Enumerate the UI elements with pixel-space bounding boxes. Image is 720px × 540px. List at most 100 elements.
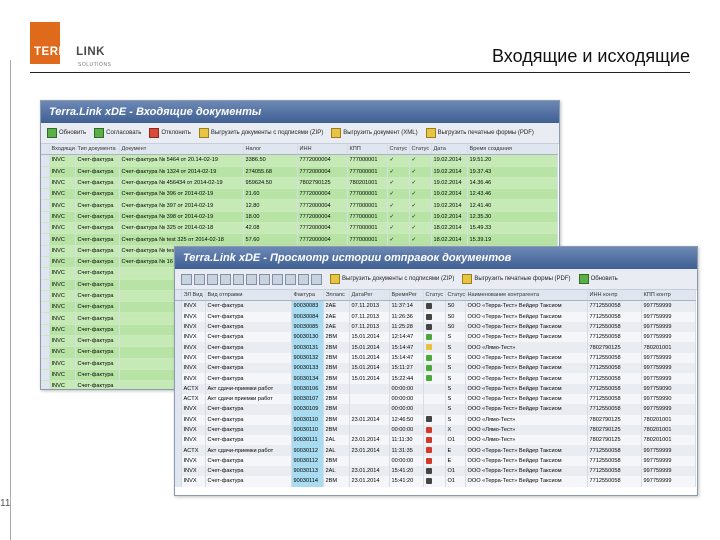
row-selector[interactable]: [41, 233, 50, 246]
row-selector[interactable]: [41, 166, 50, 178]
toolbar-button-2[interactable]: Выгрузить печатные формы (PDF): [462, 274, 571, 284]
column-header[interactable]: Время создания: [467, 144, 558, 156]
column-header[interactable]: Дата: [431, 144, 468, 156]
row-selector[interactable]: [41, 369, 50, 382]
toolbar-button-5[interactable]: Выгрузить документ (XML): [331, 128, 418, 138]
table-cell: 11:11:30: [389, 435, 424, 446]
table-row[interactable]: INVX Счет-фактура 90030085 2AE 07.11.2013 11:…: [175, 321, 696, 333]
row-selector[interactable]: [41, 222, 50, 235]
table-row[interactable]: INVC Счет-фактура Счет-фактура № 396 от 20…: [41, 188, 558, 201]
table-cell: Счет-фактура № 325 от 2014-02-18: [119, 222, 244, 235]
column-header[interactable]: Фактура: [291, 290, 324, 302]
toolbar-icon-button[interactable]: [272, 273, 283, 285]
row-selector[interactable]: [41, 154, 50, 167]
row-selector[interactable]: [41, 335, 50, 348]
table-row[interactable]: INVX Счет-фактура 90030109 2BM 00:00:00 S ООО …: [175, 404, 696, 415]
toolbar-icon-button[interactable]: [181, 273, 192, 285]
row-selector[interactable]: [41, 245, 50, 257]
table-cell: Счет-фактура: [75, 301, 120, 314]
row-selector[interactable]: [41, 358, 50, 370]
column-header[interactable]: Тип документа: [75, 144, 120, 156]
table-row[interactable]: INVX Счет-фактура 90030130 2BM 15.01.2014 12:…: [175, 332, 696, 343]
table-cell: Счет-фактура № 456434 от 2014-02-19: [119, 177, 244, 190]
row-selector[interactable]: [41, 312, 50, 325]
row-selector[interactable]: [41, 177, 50, 190]
table-row[interactable]: INVX Счет-фактура 90030084 2AE 07.11.2013 11:…: [175, 311, 696, 322]
table-row[interactable]: INVX Счет-фактура 90030110 2BM 23.01.2014 12:…: [175, 414, 696, 425]
column-header[interactable]: КПП: [347, 144, 388, 156]
row-selector[interactable]: [41, 256, 50, 269]
toolbar-icon-button[interactable]: [246, 273, 257, 285]
toolbar-button-2[interactable]: Согласовать: [94, 128, 141, 138]
toolbar-icon-button[interactable]: [194, 273, 205, 285]
table-row[interactable]: INVX Счет-фактура 90030133 2BM 15.01.2014 15:…: [175, 363, 696, 374]
column-header[interactable]: ИНН: [297, 144, 348, 156]
row-selector[interactable]: [41, 346, 50, 359]
toolbar-icon-button[interactable]: [233, 273, 244, 285]
row-selector[interactable]: [41, 380, 50, 389]
table-row[interactable]: INVX Счет-фактура 90030132 2BM 15.01.2014 15:…: [175, 352, 696, 364]
toolbar-icon-button[interactable]: [311, 273, 322, 285]
table-row[interactable]: INVC Счет-фактура Счет-фактура № 5464 от 2…: [41, 154, 558, 167]
column-header[interactable]: Статус: [423, 290, 446, 302]
row-selector[interactable]: [41, 199, 50, 212]
toolbar-icon-button[interactable]: [220, 273, 231, 285]
column-header[interactable]: КПП контр: [641, 290, 696, 302]
column-header[interactable]: Налог: [243, 144, 298, 156]
table-cell: INVC: [49, 222, 76, 235]
column-header[interactable]: Статус: [409, 144, 432, 156]
table-row[interactable]: INVC Счет-фактура Счет-фактура № 1324 от 2…: [41, 166, 558, 178]
status-icon: [425, 467, 432, 474]
toolbar-button-1[interactable]: Выгрузить документы с подписями (ZIP): [330, 274, 454, 284]
table-row[interactable]: INVX Счет-фактура 90030110 2BM 00:00:00 X ООО …: [175, 424, 696, 436]
table-row[interactable]: INVX Счет-фактура 90030083 2AE 07.11.2013 11:…: [175, 300, 696, 312]
table-row[interactable]: ACTX Акт сдачи-приемки работ 90030112 2AL 23…: [175, 445, 696, 456]
column-header[interactable]: Статус: [387, 144, 410, 156]
table-row[interactable]: INVX Счет-фактура 90030112 2BM 00:00:00 E ООО …: [175, 455, 696, 467]
row-selector[interactable]: [41, 267, 50, 280]
toolbar-button-label: Обновить: [590, 276, 618, 282]
column-header[interactable]: ИНН контр: [587, 290, 642, 302]
table-row[interactable]: INVX Счет-фактура 90030131 2BM 15.01.2014 15:…: [175, 342, 696, 353]
column-header[interactable]: ЭЛ Вид: [181, 290, 206, 302]
toolbar-button-3[interactable]: Обновить: [578, 274, 618, 284]
toolbar-icon-button[interactable]: [207, 273, 218, 285]
toolbar-button-1[interactable]: Обновить: [47, 128, 86, 138]
table-row[interactable]: INVC Счет-фактура Счет-фактура № test 325 …: [41, 233, 558, 246]
toolbar-icon-button[interactable]: [298, 273, 309, 285]
row-selector[interactable]: [41, 279, 50, 291]
column-header[interactable]: Вид отправки: [205, 290, 292, 302]
toolbar-icon-button[interactable]: [259, 273, 270, 285]
toolbar-button-4[interactable]: Выгрузить документы с подписями (ZIP): [198, 128, 323, 138]
row-selector[interactable]: [41, 301, 50, 314]
table-row[interactable]: INVC Счет-фактура Счет-фактура № 325 от 20…: [41, 222, 558, 235]
table-row[interactable]: INVC Счет-фактура Счет-фактура № 398 от 20…: [41, 211, 558, 224]
column-header[interactable]: Входящие: [49, 144, 76, 156]
table-row[interactable]: INVC Счет-фактура Счет-фактура № 397 от 20…: [41, 199, 558, 212]
column-header[interactable]: ВремяРег: [389, 290, 424, 302]
column-header[interactable]: ДатаРег: [349, 290, 390, 302]
row-selector[interactable]: [41, 188, 50, 201]
table-row[interactable]: INVX Счет-фактура 90030134 2BM 15.01.2014 15:…: [175, 373, 696, 384]
toolbar-button-6[interactable]: Выгрузить печатные формы (PDF): [425, 128, 534, 138]
toolbar-icon: [198, 128, 209, 138]
column-header[interactable]: Статус: [445, 290, 466, 302]
table-row[interactable]: ACTX Акт сдачи приемки работ 90030107 2BM 00…: [175, 393, 696, 405]
column-header[interactable]: Наименование контрагента: [465, 290, 588, 302]
table-row[interactable]: INVX Счет-фактура 90030113 2AL 23.01.2014 15:…: [175, 466, 696, 477]
table-row[interactable]: INVX Счет-фактура 90030114 2BM 23.01.2014 15:…: [175, 476, 696, 487]
column-header[interactable]: Эллапс: [323, 290, 350, 302]
table-row[interactable]: ACTX Акт сдачи-приемки работ 90030106 2BM 00…: [175, 383, 696, 394]
toolbar-button-3[interactable]: Отклонить: [149, 128, 191, 138]
toolbar-icon-button[interactable]: [285, 273, 296, 285]
table-row[interactable]: INVC Счет-фактура Счет-фактура № 456434 от…: [41, 177, 558, 190]
table-row[interactable]: INVX Счет-фактура 90030111 2AL 23.01.2014 11:…: [175, 435, 696, 446]
status-icon-cell: [423, 373, 446, 384]
row-selector[interactable]: [41, 290, 50, 303]
table-cell: 23.01.2014: [349, 414, 390, 425]
table-cell: 777000001: [347, 211, 388, 224]
row-selector-header[interactable]: [41, 144, 50, 156]
row-selector[interactable]: [41, 324, 50, 337]
column-header[interactable]: Документ: [119, 144, 244, 156]
row-selector[interactable]: [41, 211, 50, 224]
